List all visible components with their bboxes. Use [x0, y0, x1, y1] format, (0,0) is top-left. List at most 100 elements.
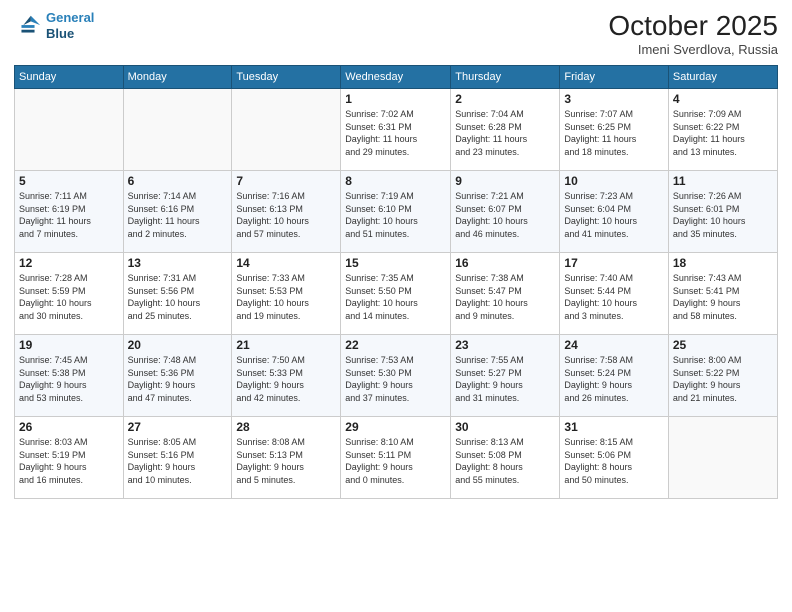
day-number: 1	[345, 92, 446, 106]
table-row: 12 Sunrise: 7:28 AM Sunset: 5:59 PM Dayli…	[15, 253, 124, 335]
day-info: Sunrise: 7:33 AM Sunset: 5:53 PM Dayligh…	[236, 272, 336, 322]
day-number: 8	[345, 174, 446, 188]
table-row: 2 Sunrise: 7:04 AM Sunset: 6:28 PM Daylig…	[451, 89, 560, 171]
page: General Blue October 2025 Imeni Sverdlov…	[0, 0, 792, 612]
table-row: 23 Sunrise: 7:55 AM Sunset: 5:27 PM Dayli…	[451, 335, 560, 417]
day-number: 9	[455, 174, 555, 188]
day-info: Sunrise: 8:08 AM Sunset: 5:13 PM Dayligh…	[236, 436, 336, 486]
table-row: 7Sunrise: 7:16 AM Sunset: 6:13 PM Daylig…	[232, 171, 341, 253]
day-info: Sunrise: 7:23 AM Sunset: 6:04 PM Dayligh…	[564, 190, 663, 240]
day-number: 16	[455, 256, 555, 270]
table-row: 22 Sunrise: 7:53 AM Sunset: 5:30 PM Dayli…	[341, 335, 451, 417]
table-row: 6 Sunrise: 7:14 AM Sunset: 6:16 PM Daylig…	[123, 171, 232, 253]
day-info: Sunrise: 7:53 AM Sunset: 5:30 PM Dayligh…	[345, 354, 446, 404]
day-info: Sunrise: 7:45 AM Sunset: 5:38 PM Dayligh…	[19, 354, 119, 404]
day-info: Sunrise: 7:31 AM Sunset: 5:56 PM Dayligh…	[128, 272, 228, 322]
table-row: 31 Sunrise: 8:15 AM Sunset: 5:06 PM Dayli…	[560, 417, 668, 499]
table-row	[15, 89, 124, 171]
table-row: 1 Sunrise: 7:02 AM Sunset: 6:31 PM Daylig…	[341, 89, 451, 171]
day-number: 13	[128, 256, 228, 270]
calendar-header-row: Sunday Monday Tuesday Wednesday Thursday…	[15, 66, 778, 89]
day-info: Sunrise: 7:28 AM Sunset: 5:59 PM Dayligh…	[19, 272, 119, 322]
col-sunday: Sunday	[15, 66, 124, 89]
table-row: 19Sunrise: 7:45 AM Sunset: 5:38 PM Dayli…	[15, 335, 124, 417]
day-info: Sunrise: 7:07 AM Sunset: 6:25 PM Dayligh…	[564, 108, 663, 158]
day-info: Sunrise: 7:09 AM Sunset: 6:22 PM Dayligh…	[673, 108, 773, 158]
day-number: 20	[128, 338, 228, 352]
table-row: 9Sunrise: 7:21 AM Sunset: 6:07 PM Daylig…	[451, 171, 560, 253]
day-info: Sunrise: 7:35 AM Sunset: 5:50 PM Dayligh…	[345, 272, 446, 322]
table-row: 25Sunrise: 8:00 AM Sunset: 5:22 PM Dayli…	[668, 335, 777, 417]
day-number: 31	[564, 420, 663, 434]
table-row: 30 Sunrise: 8:13 AM Sunset: 5:08 PM Dayli…	[451, 417, 560, 499]
day-info: Sunrise: 7:40 AM Sunset: 5:44 PM Dayligh…	[564, 272, 663, 322]
day-number: 3	[564, 92, 663, 106]
table-row: 29 Sunrise: 8:10 AM Sunset: 5:11 PM Dayli…	[341, 417, 451, 499]
day-info: Sunrise: 7:02 AM Sunset: 6:31 PM Dayligh…	[345, 108, 446, 158]
day-info: Sunrise: 7:04 AM Sunset: 6:28 PM Dayligh…	[455, 108, 555, 158]
col-saturday: Saturday	[668, 66, 777, 89]
day-info: Sunrise: 7:26 AM Sunset: 6:01 PM Dayligh…	[673, 190, 773, 240]
day-info: Sunrise: 7:58 AM Sunset: 5:24 PM Dayligh…	[564, 354, 663, 404]
calendar-week-row: 5 Sunrise: 7:11 AM Sunset: 6:19 PM Daylig…	[15, 171, 778, 253]
table-row: 8 Sunrise: 7:19 AM Sunset: 6:10 PM Daylig…	[341, 171, 451, 253]
day-number: 25	[673, 338, 773, 352]
day-number: 2	[455, 92, 555, 106]
table-row: 15Sunrise: 7:35 AM Sunset: 5:50 PM Dayli…	[341, 253, 451, 335]
day-number: 23	[455, 338, 555, 352]
table-row: 28Sunrise: 8:08 AM Sunset: 5:13 PM Dayli…	[232, 417, 341, 499]
day-number: 27	[128, 420, 228, 434]
table-row	[123, 89, 232, 171]
col-monday: Monday	[123, 66, 232, 89]
day-info: Sunrise: 7:55 AM Sunset: 5:27 PM Dayligh…	[455, 354, 555, 404]
col-wednesday: Wednesday	[341, 66, 451, 89]
day-info: Sunrise: 7:19 AM Sunset: 6:10 PM Dayligh…	[345, 190, 446, 240]
table-row: 24 Sunrise: 7:58 AM Sunset: 5:24 PM Dayli…	[560, 335, 668, 417]
month-title: October 2025	[608, 10, 778, 42]
day-number: 4	[673, 92, 773, 106]
day-info: Sunrise: 8:10 AM Sunset: 5:11 PM Dayligh…	[345, 436, 446, 486]
header: General Blue October 2025 Imeni Sverdlov…	[14, 10, 778, 57]
day-number: 26	[19, 420, 119, 434]
calendar-week-row: 1 Sunrise: 7:02 AM Sunset: 6:31 PM Daylig…	[15, 89, 778, 171]
logo-text: General Blue	[46, 10, 94, 41]
day-number: 29	[345, 420, 446, 434]
table-row: 16Sunrise: 7:38 AM Sunset: 5:47 PM Dayli…	[451, 253, 560, 335]
day-number: 11	[673, 174, 773, 188]
calendar-week-row: 12 Sunrise: 7:28 AM Sunset: 5:59 PM Dayli…	[15, 253, 778, 335]
day-number: 12	[19, 256, 119, 270]
day-info: Sunrise: 7:50 AM Sunset: 5:33 PM Dayligh…	[236, 354, 336, 404]
table-row: 13 Sunrise: 7:31 AM Sunset: 5:56 PM Dayli…	[123, 253, 232, 335]
day-number: 6	[128, 174, 228, 188]
day-info: Sunrise: 7:11 AM Sunset: 6:19 PM Dayligh…	[19, 190, 119, 240]
table-row: 27Sunrise: 8:05 AM Sunset: 5:16 PM Dayli…	[123, 417, 232, 499]
table-row: 17Sunrise: 7:40 AM Sunset: 5:44 PM Dayli…	[560, 253, 668, 335]
calendar-week-row: 19Sunrise: 7:45 AM Sunset: 5:38 PM Dayli…	[15, 335, 778, 417]
logo-icon	[14, 12, 42, 40]
day-number: 22	[345, 338, 446, 352]
table-row: 26Sunrise: 8:03 AM Sunset: 5:19 PM Dayli…	[15, 417, 124, 499]
day-number: 7	[236, 174, 336, 188]
day-number: 10	[564, 174, 663, 188]
col-thursday: Thursday	[451, 66, 560, 89]
day-info: Sunrise: 8:15 AM Sunset: 5:06 PM Dayligh…	[564, 436, 663, 486]
day-number: 5	[19, 174, 119, 188]
table-row: 20 Sunrise: 7:48 AM Sunset: 5:36 PM Dayli…	[123, 335, 232, 417]
day-info: Sunrise: 7:43 AM Sunset: 5:41 PM Dayligh…	[673, 272, 773, 322]
day-number: 24	[564, 338, 663, 352]
day-number: 21	[236, 338, 336, 352]
day-number: 30	[455, 420, 555, 434]
day-info: Sunrise: 8:13 AM Sunset: 5:08 PM Dayligh…	[455, 436, 555, 486]
day-info: Sunrise: 7:48 AM Sunset: 5:36 PM Dayligh…	[128, 354, 228, 404]
table-row	[232, 89, 341, 171]
table-row: 4 Sunrise: 7:09 AM Sunset: 6:22 PM Daylig…	[668, 89, 777, 171]
day-number: 18	[673, 256, 773, 270]
col-friday: Friday	[560, 66, 668, 89]
day-info: Sunrise: 7:14 AM Sunset: 6:16 PM Dayligh…	[128, 190, 228, 240]
calendar-week-row: 26Sunrise: 8:03 AM Sunset: 5:19 PM Dayli…	[15, 417, 778, 499]
table-row: 11 Sunrise: 7:26 AM Sunset: 6:01 PM Dayli…	[668, 171, 777, 253]
day-number: 14	[236, 256, 336, 270]
table-row: 5 Sunrise: 7:11 AM Sunset: 6:19 PM Daylig…	[15, 171, 124, 253]
table-row: 3 Sunrise: 7:07 AM Sunset: 6:25 PM Daylig…	[560, 89, 668, 171]
table-row: 10 Sunrise: 7:23 AM Sunset: 6:04 PM Dayli…	[560, 171, 668, 253]
